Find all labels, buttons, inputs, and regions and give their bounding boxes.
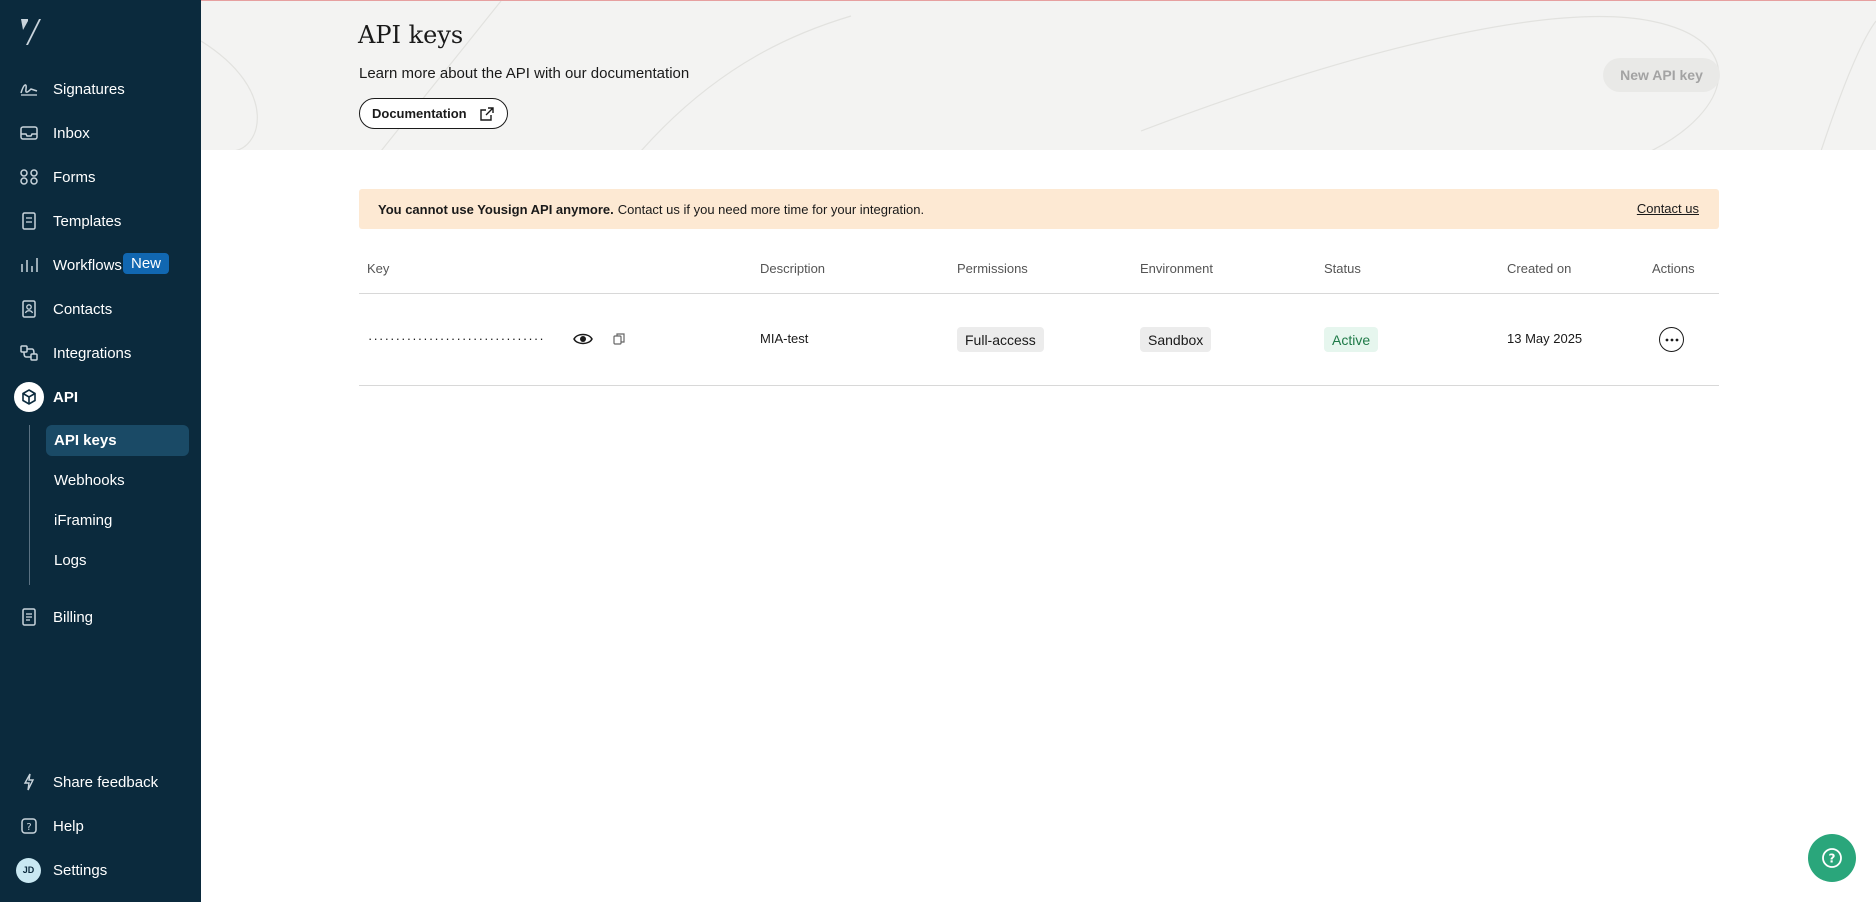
banner-bold-text: You cannot use Yousign API anymore. <box>378 201 614 217</box>
sidebar-item-contacts[interactable]: Contacts <box>0 291 201 327</box>
sidebar: Signatures Inbox Forms Templates Workflo… <box>0 0 201 902</box>
forms-icon <box>18 166 40 188</box>
environment-tag: Sandbox <box>1140 327 1212 352</box>
sidebar-item-label: Workflows <box>53 256 122 274</box>
sidebar-item-signatures[interactable]: Signatures <box>0 71 201 107</box>
contacts-icon <box>18 298 40 320</box>
column-header-environment: Environment <box>1140 261 1213 276</box>
eye-icon[interactable] <box>573 331 593 352</box>
integrations-icon <box>18 342 40 364</box>
column-header-description: Description <box>760 261 826 276</box>
documentation-button-label: Documentation <box>372 106 467 121</box>
yousign-logo-icon[interactable] <box>18 16 44 48</box>
sidebar-subitem-logs[interactable]: Logs <box>46 545 189 576</box>
permissions-tag: Full-access <box>957 327 1044 352</box>
copy-icon[interactable] <box>612 332 626 351</box>
external-link-icon <box>479 106 495 125</box>
sidebar-item-integrations[interactable]: Integrations <box>0 335 201 371</box>
more-actions-button[interactable] <box>1659 327 1684 352</box>
sidebar-item-workflows[interactable]: Workflows New <box>0 247 201 283</box>
sidebar-item-settings[interactable]: JD Settings <box>0 852 201 888</box>
sidebar-item-billing[interactable]: Billing <box>0 599 201 635</box>
table-header-divider <box>359 293 1719 294</box>
avatar: JD <box>16 857 41 883</box>
help-chat-button[interactable]: ? <box>1808 834 1856 882</box>
banner-text: Contact us if you need more time for you… <box>617 201 925 217</box>
sidebar-subitem-iframing[interactable]: iFraming <box>46 505 189 536</box>
documentation-button[interactable]: Documentation <box>359 98 508 129</box>
ellipsis-icon <box>1665 338 1678 341</box>
sidebar-item-label: Contacts <box>53 300 113 318</box>
api-icon <box>14 382 44 412</box>
column-header-permissions: Permissions <box>957 261 1028 276</box>
lightning-icon <box>18 771 40 793</box>
column-header-status: Status <box>1324 261 1361 276</box>
page-header: API keys Learn more about the API with o… <box>201 0 1876 150</box>
svg-text:?: ? <box>1829 852 1836 866</box>
sidebar-item-label: Billing <box>53 608 94 626</box>
sidebar-item-label: Integrations <box>53 344 132 362</box>
sidebar-item-forms[interactable]: Forms <box>0 159 201 195</box>
sidebar-item-label: Help <box>53 817 84 835</box>
sidebar-item-label: Signatures <box>53 80 125 98</box>
column-header-actions: Actions <box>1652 261 1695 276</box>
new-api-key-button[interactable]: New API key <box>1603 58 1720 92</box>
sidebar-subitem-api-keys[interactable]: API keys <box>46 425 189 456</box>
sidebar-item-label: Settings <box>53 861 108 879</box>
table-row-divider <box>359 385 1719 386</box>
status-badge: Active <box>1324 327 1379 352</box>
new-badge: New <box>123 253 170 274</box>
page-title: API keys <box>358 21 464 49</box>
column-header-key: Key <box>367 261 390 276</box>
billing-icon <box>18 606 40 628</box>
sidebar-item-api[interactable]: API <box>0 379 201 415</box>
inbox-icon <box>18 122 40 144</box>
sidebar-item-label: Forms <box>53 168 96 186</box>
masked-api-key: ································ <box>368 331 545 346</box>
submenu-divider <box>29 425 30 585</box>
sidebar-item-inbox[interactable]: Inbox <box>0 115 201 151</box>
svg-text:?: ? <box>26 822 31 833</box>
deprecation-banner: You cannot use Yousign API anymore. Cont… <box>359 189 1719 229</box>
sidebar-item-help[interactable]: ? Help <box>0 808 201 844</box>
templates-icon <box>18 210 40 232</box>
sidebar-subitem-webhooks[interactable]: Webhooks <box>46 465 189 496</box>
sidebar-item-label: Inbox <box>53 124 90 142</box>
page-subtitle: Learn more about the API with our docume… <box>359 65 690 82</box>
sidebar-item-label: Share feedback <box>53 773 159 791</box>
workflows-icon <box>18 254 40 276</box>
sidebar-item-label: Templates <box>53 212 122 230</box>
created-on-date: 13 May 2025 <box>1507 331 1583 346</box>
key-description: MIA-test <box>760 331 809 346</box>
sidebar-item-share-feedback[interactable]: Share feedback <box>0 764 201 800</box>
column-header-created-on: Created on <box>1507 261 1572 276</box>
sidebar-item-label: API <box>53 388 79 406</box>
help-icon: ? <box>18 815 40 837</box>
sidebar-item-templates[interactable]: Templates <box>0 203 201 239</box>
signature-icon <box>18 78 40 100</box>
help-icon: ? <box>1822 848 1842 868</box>
contact-us-link[interactable]: Contact us <box>1637 201 1699 216</box>
